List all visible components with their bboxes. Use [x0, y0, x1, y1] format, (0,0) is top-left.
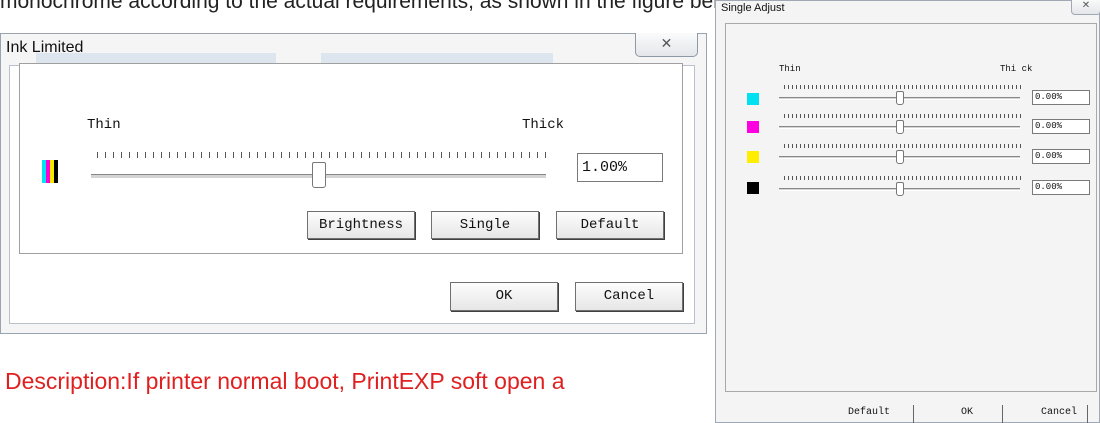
ok-button[interactable]: OK — [450, 282, 558, 311]
single-adjust-body — [725, 23, 1097, 392]
document-text-top: monochrome according to the actual requi… — [0, 0, 745, 13]
cyan-slider-thumb[interactable] — [896, 91, 904, 105]
default-button[interactable]: Default — [556, 211, 664, 239]
single-ok-button[interactable]: OK — [961, 407, 973, 418]
magenta-slider-thumb[interactable] — [896, 120, 904, 134]
cancel-button[interactable]: Cancel — [575, 282, 683, 311]
document-description-text: Description:If printer normal boot, Prin… — [5, 368, 565, 394]
single-thick-label: Thi ck — [1000, 64, 1033, 74]
cyan-swatch — [747, 93, 759, 105]
single-button[interactable]: Single — [431, 211, 539, 239]
ink-limit-slider-thumb[interactable] — [312, 162, 326, 188]
cyan-slider-ticks — [784, 85, 1022, 89]
magenta-slider-ticks — [784, 114, 1022, 118]
single-default-button[interactable]: Default — [848, 407, 890, 418]
close-icon: ✕ — [1081, 0, 1091, 11]
ink-limit-value-field[interactable]: 1.00% — [577, 153, 663, 182]
yellow-slider-ticks — [784, 144, 1022, 148]
single-cancel-button[interactable]: Cancel — [1041, 407, 1077, 418]
thick-label: Thick — [522, 117, 565, 133]
black-swatch — [747, 182, 759, 194]
yellow-slider-thumb[interactable] — [896, 150, 904, 164]
black-value-field[interactable]: 0.00% — [1032, 180, 1090, 195]
button-separator — [913, 405, 914, 423]
ink-black-bar — [54, 160, 58, 183]
cmyk-ink-icon — [42, 160, 58, 183]
black-slider-ticks — [784, 176, 1022, 180]
single-adjust-close-button[interactable]: ✕ — [1071, 0, 1100, 15]
thin-label: Thin — [87, 117, 121, 133]
slider-ticks — [97, 152, 547, 158]
yellow-value-field[interactable]: 0.00% — [1032, 149, 1090, 164]
black-slider-thumb[interactable] — [896, 182, 904, 196]
single-thin-label: Thin — [779, 64, 801, 74]
single-adjust-title: Single Adjust — [721, 2, 785, 14]
brightness-button[interactable]: Brightness — [307, 211, 415, 239]
close-icon: ✕ — [660, 36, 673, 52]
button-separator — [1087, 405, 1088, 423]
cyan-value-field[interactable]: 0.00% — [1032, 90, 1090, 105]
magenta-swatch — [747, 121, 759, 133]
single-adjust-dialog: Single Adjust ✕ — [715, 0, 1100, 423]
button-separator — [1002, 405, 1003, 423]
yellow-swatch — [747, 151, 759, 163]
magenta-value-field[interactable]: 0.00% — [1032, 119, 1090, 134]
close-button[interactable]: ✕ — [635, 33, 698, 57]
